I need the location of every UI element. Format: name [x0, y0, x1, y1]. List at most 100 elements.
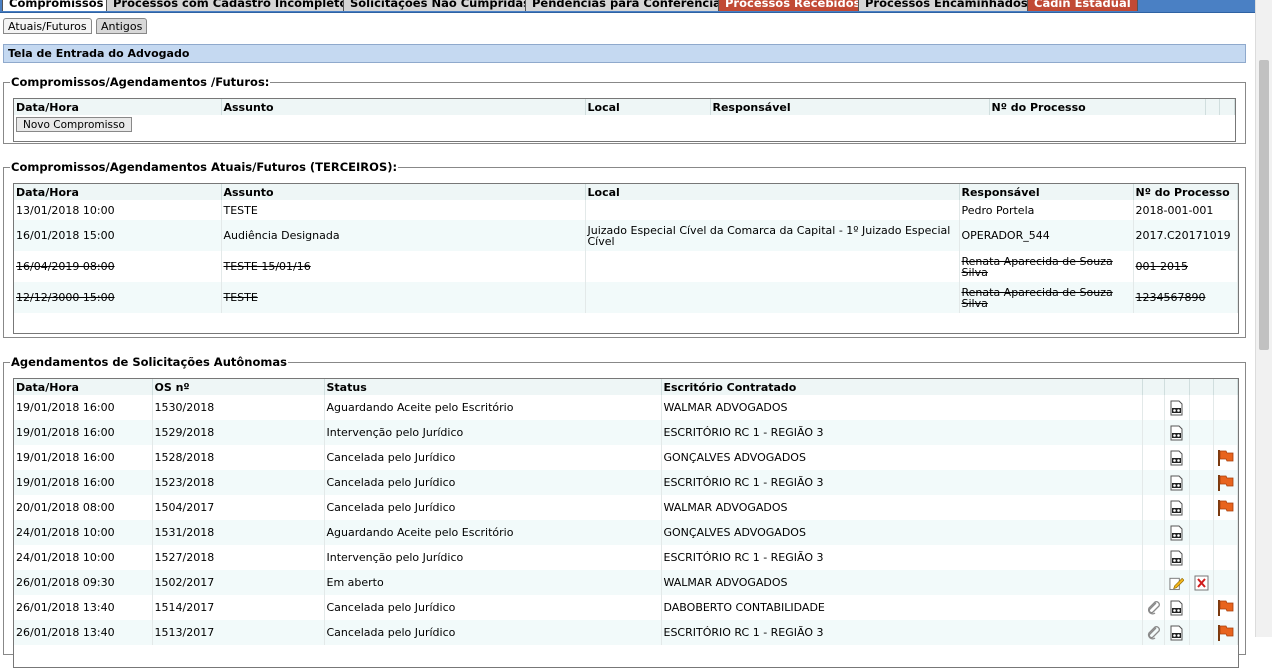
cell-os: 1529/2018	[152, 420, 325, 445]
cell-data: 24/01/2018 10:00	[14, 520, 153, 545]
cell-actions	[1164, 620, 1190, 645]
section-terceiros: Compromissos/Agendamentos Atuais/Futuros…	[3, 160, 1246, 338]
cell-actions	[1164, 595, 1190, 620]
delete-icon[interactable]	[1194, 575, 1209, 590]
cell-actions	[1164, 545, 1190, 570]
edit-icon[interactable]	[1169, 576, 1184, 590]
cell-status: Cancelada pelo Jurídico	[324, 620, 662, 645]
col-blank	[1142, 379, 1165, 395]
col-data-hora: Data/Hora	[14, 99, 222, 115]
table-row[interactable]: 16/01/2018 15:00 Audiência Designada Jui…	[14, 220, 1238, 251]
table-row[interactable]: 13/01/2018 10:00 TESTE Pedro Portela 201…	[14, 200, 1238, 220]
cell-local	[585, 251, 960, 282]
col-assunto: Assunto	[221, 99, 586, 115]
col-processo: Nº do Processo	[1133, 184, 1238, 200]
cell-actions	[1213, 445, 1238, 470]
cell-actions	[1142, 520, 1165, 545]
cell-escritorio: DABOBERTO CONTABILIDADE	[661, 595, 1143, 620]
cell-data: 19/01/2018 16:00	[14, 395, 153, 420]
col-blank	[1189, 379, 1214, 395]
cell-actions	[1142, 620, 1165, 645]
cell-data: 16/01/2018 15:00	[14, 220, 222, 251]
cell-actions	[1189, 445, 1214, 470]
subtab-atuais-futuros[interactable]: Atuais/Futuros	[3, 18, 92, 34]
cell-data: 24/01/2018 10:00	[14, 545, 153, 570]
vertical-scrollbar[interactable]	[1255, 0, 1272, 637]
subtab-antigos[interactable]: Antigos	[96, 18, 148, 34]
cell-status: Cancelada pelo Jurídico	[324, 495, 662, 520]
cell-status: Cancelada pelo Jurídico	[324, 595, 662, 620]
cell-os: 1502/2017	[152, 570, 325, 595]
cell-actions	[1189, 395, 1214, 420]
table-row[interactable]: 20/01/2018 08:00 1504/2017 Cancelada pelo …	[14, 495, 1238, 520]
cell-actions	[1213, 520, 1238, 545]
cell-actions	[1142, 595, 1165, 620]
view-icon[interactable]	[1169, 500, 1184, 515]
flag-icon[interactable]	[1216, 449, 1234, 466]
cell-actions	[1142, 395, 1165, 420]
cell-escritorio: ESCRITÓRIO RC 1 - REGIÃO 3	[661, 470, 1143, 495]
section-futuros-legend: Compromissos/Agendamentos /Futuros:	[11, 75, 270, 89]
cell-actions	[1164, 470, 1190, 495]
table-row[interactable]: 26/01/2018 13:40 1513/2017 Cancelada pelo …	[14, 620, 1238, 645]
cell-os: 1528/2018	[152, 445, 325, 470]
section-terceiros-legend: Compromissos/Agendamentos Atuais/Futuros…	[11, 160, 398, 174]
table-row[interactable]: 19/01/2018 16:00 1529/2018 Intervenção pel…	[14, 420, 1238, 445]
table-row[interactable]: 19/01/2018 16:00 1523/2018 Cancelada pelo …	[14, 470, 1238, 495]
scrollbar-thumb[interactable]	[1259, 60, 1269, 350]
tab-compromissos[interactable]: Compromissos	[2, 0, 111, 11]
cell-status: Intervenção pelo Jurídico	[324, 420, 662, 445]
cell-data: 12/12/3000 15:00	[14, 282, 222, 313]
attach-icon[interactable]	[1146, 600, 1161, 614]
view-icon[interactable]	[1169, 525, 1184, 540]
table-row[interactable]: 16/04/2019 08:00 TESTE 15/01/16 Renata A…	[14, 251, 1238, 282]
col-local: Local	[585, 184, 960, 200]
cell-actions	[1164, 570, 1190, 595]
view-icon[interactable]	[1169, 450, 1184, 465]
tab-processos-recebidos[interactable]: Processos Recebidos	[718, 0, 868, 11]
flag-icon[interactable]	[1216, 499, 1234, 516]
view-icon[interactable]	[1169, 550, 1184, 565]
cell-status: Cancelada pelo Jurídico	[324, 445, 662, 470]
tab-cadin-estadual[interactable]: Cadin Estadual	[1027, 0, 1138, 11]
cell-actions	[1213, 470, 1238, 495]
cell-responsavel: OPERADOR_544	[959, 220, 1134, 251]
cell-actions	[1142, 570, 1165, 595]
cell-data: 19/01/2018 16:00	[14, 445, 153, 470]
cell-actions	[1213, 395, 1238, 420]
flag-icon[interactable]	[1216, 599, 1234, 616]
cell-status: Em aberto	[324, 570, 662, 595]
cell-status: Cancelada pelo Jurídico	[324, 470, 662, 495]
col-processo: Nº do Processo	[989, 99, 1206, 115]
tab-pendencias-conferencia[interactable]: Pendências para Conferência	[525, 0, 728, 11]
cell-actions	[1189, 595, 1214, 620]
cell-os: 1530/2018	[152, 395, 325, 420]
cell-processo: 001 2015	[1133, 251, 1238, 282]
cell-os: 1523/2018	[152, 470, 325, 495]
cell-actions	[1164, 495, 1190, 520]
tab-solicitacoes-nao-cumpridas[interactable]: Solicitações Não Cumpridas	[343, 0, 538, 11]
table-row[interactable]: 26/01/2018 13:40 1514/2017 Cancelada pelo …	[14, 595, 1238, 620]
cell-escritorio: ESCRITÓRIO RC 1 - REGIÃO 3	[661, 420, 1143, 445]
table-row[interactable]: 12/12/3000 15:00 TESTE Renata Aparecida …	[14, 282, 1238, 313]
flag-icon[interactable]	[1216, 474, 1234, 491]
table-row[interactable]: 24/01/2018 10:00 1527/2018 Intervenção pel…	[14, 545, 1238, 570]
cell-data: 26/01/2018 13:40	[14, 620, 153, 645]
view-icon[interactable]	[1169, 425, 1184, 440]
table-row[interactable]: 24/01/2018 10:00 1531/2018 Aguardando Acei…	[14, 520, 1238, 545]
view-icon[interactable]	[1169, 600, 1184, 615]
cell-responsavel: Renata Aparecida de Souza Silva	[959, 251, 1134, 282]
novo-compromisso-button[interactable]: Novo Compromisso	[16, 117, 132, 132]
tab-processos-encaminhados[interactable]: Processos Encaminhados	[858, 0, 1035, 11]
cell-local: Juizado Especial Cível da Comarca da Cap…	[585, 220, 960, 251]
view-icon[interactable]	[1169, 400, 1184, 415]
cell-assunto: TESTE 15/01/16	[221, 251, 586, 282]
table-row[interactable]: 19/01/2018 16:00 1528/2018 Cancelada pelo …	[14, 445, 1238, 470]
view-icon[interactable]	[1169, 475, 1184, 490]
table-row[interactable]: 26/01/2018 09:30 1502/2017 Em aberto WALMAR…	[14, 570, 1238, 595]
table-row[interactable]: 19/01/2018 16:00 1530/2018 Aguardando Acei…	[14, 395, 1238, 420]
tab-cadastro-incompleto[interactable]: Processos com Cadastro Incompleto	[106, 0, 355, 11]
terceiros-table: Data/Hora Assunto Local Responsável Nº d…	[13, 183, 1239, 334]
section-autonomas: Agendamentos de Solicitações Autônomas D…	[3, 355, 1246, 668]
cell-actions	[1164, 420, 1190, 445]
